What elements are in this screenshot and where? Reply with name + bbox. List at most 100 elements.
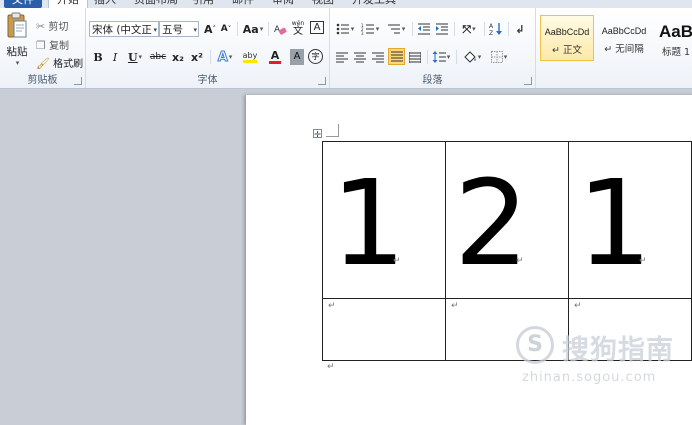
paragraph-mark: ↵ xyxy=(451,301,459,311)
grow-font-button[interactable]: A ˄ xyxy=(203,21,217,37)
tab-developer[interactable]: 开发工具 xyxy=(352,0,396,8)
highlight-button[interactable]: aby xyxy=(238,49,262,65)
align-left-button[interactable] xyxy=(334,49,350,65)
chevron-down-icon: ▾ xyxy=(259,25,264,33)
chevron-down-icon: ▾ xyxy=(138,53,143,61)
superscript-button[interactable]: x² xyxy=(189,49,205,65)
table-cell[interactable]: 1 ↵ xyxy=(568,141,692,299)
ribbon: 粘贴 ▾ ✂ 剪切 ❐ 复制 🖌 格式刷 剪贴板 宋体 (中文正 ▾ 五号 ▾ … xyxy=(0,8,692,89)
table-move-handle[interactable]: ✛ xyxy=(313,129,322,139)
font-size-value: 五号 xyxy=(162,24,183,36)
format-painter-button[interactable]: 🖌 格式刷 xyxy=(36,55,83,70)
borders-icon xyxy=(490,51,503,63)
shading-button[interactable]: ▾ xyxy=(460,49,484,65)
change-case-button[interactable]: Aa ▾ xyxy=(242,21,264,37)
paste-button[interactable]: 粘贴 ▾ xyxy=(2,12,32,74)
paste-icon xyxy=(7,12,27,38)
tab-view[interactable]: 视图 xyxy=(312,0,334,8)
align-center-button[interactable] xyxy=(352,49,368,65)
text-effects-button[interactable]: A ▾ xyxy=(214,49,236,65)
table-cell[interactable]: ↵ xyxy=(568,298,692,361)
table-cell[interactable]: 1 ↵ xyxy=(322,141,446,299)
style-normal[interactable]: AaBbCcDd ↵ 正文 xyxy=(540,15,594,61)
text-effects-icon: A xyxy=(217,49,228,65)
separator xyxy=(412,22,413,36)
scissors-icon: ✂ xyxy=(36,20,46,33)
italic-button[interactable]: I xyxy=(108,49,122,65)
chevron-down-icon: ▾ xyxy=(401,25,406,33)
distributed-button[interactable] xyxy=(407,49,423,65)
style-no-spacing[interactable]: AaBbCcDd ↵ 无间隔 xyxy=(596,15,652,61)
sort-button[interactable]: A Z xyxy=(488,21,504,37)
paragraph-dialog-launcher[interactable] xyxy=(524,77,532,85)
underline-button[interactable]: U ▾ xyxy=(125,49,145,65)
font-color-icon: A xyxy=(270,49,280,62)
font-name-value: 宋体 (中文正 xyxy=(92,24,152,36)
strikethrough-icon: abc xyxy=(149,51,167,62)
style-normal-sample: AaBbCcDd xyxy=(544,27,590,37)
subscript-button[interactable]: x₂ xyxy=(170,49,186,65)
tab-insert[interactable]: 插入 xyxy=(94,0,116,8)
font-size-combo[interactable]: 五号 ▾ xyxy=(159,21,199,37)
paragraph-mark: ↵ xyxy=(574,301,582,311)
tab-home[interactable]: 开始 xyxy=(48,0,88,8)
caret-down-icon: ˅ xyxy=(227,25,232,33)
subscript-icon: x₂ xyxy=(172,50,184,64)
style-heading-1[interactable]: AaB 标题 1 xyxy=(654,15,692,61)
strikethrough-button[interactable]: abc xyxy=(149,49,167,65)
table-cell[interactable]: ↵ xyxy=(322,298,446,361)
copy-label: 复制 xyxy=(49,41,70,52)
font-color-swatch xyxy=(269,61,281,64)
paint-bucket-icon xyxy=(464,50,476,63)
font-dialog-launcher[interactable] xyxy=(318,77,326,85)
align-right-icon xyxy=(372,52,384,62)
table-cell[interactable]: ↵ xyxy=(445,298,569,361)
table-row: ↵ ↵ ↵ xyxy=(322,298,692,361)
tab-page-layout[interactable]: 页面布局 xyxy=(134,0,178,8)
chevron-down-icon: ▾ xyxy=(375,25,380,33)
document-table[interactable]: 1 ↵ 2 ↵ 1 ↵ ↵ ↵ ↵ xyxy=(322,141,692,361)
shrink-font-button[interactable]: A ˅ xyxy=(219,21,233,37)
chevron-down-icon: ▾ xyxy=(350,25,355,33)
table-cell[interactable]: 2 ↵ xyxy=(445,141,569,299)
justify-button[interactable] xyxy=(388,48,405,65)
numbering-icon: 1 2 3 xyxy=(361,23,374,35)
enclose-characters-button[interactable]: 字 xyxy=(308,49,323,64)
align-right-button[interactable] xyxy=(370,49,386,65)
tab-mailings[interactable]: 邮件 xyxy=(232,0,254,8)
character-shading-icon: A xyxy=(293,51,301,62)
increase-indent-button[interactable] xyxy=(434,21,450,37)
tab-review[interactable]: 审阅 xyxy=(272,0,294,8)
clipboard-group: 粘贴 ▾ ✂ 剪切 ❐ 复制 🖌 格式刷 剪贴板 xyxy=(0,8,86,88)
tab-references[interactable]: 引用 xyxy=(192,0,214,8)
font-name-combo[interactable]: 宋体 (中文正 ▾ xyxy=(89,21,159,37)
chevron-down-icon: ▾ xyxy=(193,26,197,34)
bold-button[interactable]: B xyxy=(91,49,105,65)
phonetic-guide-button[interactable]: wén 文 xyxy=(290,21,306,37)
separator xyxy=(454,22,455,36)
numbering-button[interactable]: 1 2 3 ▾ xyxy=(359,21,381,37)
separator xyxy=(237,22,238,36)
character-border-button[interactable]: A xyxy=(310,21,324,34)
tab-file[interactable]: 文件 xyxy=(4,0,42,8)
chinese-layout-button[interactable]: ⤧ ▾ xyxy=(458,21,480,37)
character-shading-button[interactable]: A xyxy=(290,49,304,65)
clipboard-dialog-launcher[interactable] xyxy=(74,77,82,85)
paragraph-mark: ↵ xyxy=(328,301,336,311)
cut-button[interactable]: ✂ 剪切 xyxy=(36,18,68,33)
superscript-icon: x² xyxy=(191,50,203,64)
decrease-indent-button[interactable] xyxy=(416,21,432,37)
multilevel-list-button[interactable]: ▾ xyxy=(384,21,408,37)
copy-button[interactable]: ❐ 复制 xyxy=(36,37,69,52)
borders-button[interactable]: ▾ xyxy=(487,49,511,65)
font-group: 宋体 (中文正 ▾ 五号 ▾ A ˄ A ˅ Aa ▾ A wén 文 A B … xyxy=(86,8,330,88)
show-hide-marks-button[interactable]: ↲ xyxy=(513,21,527,37)
font-color-button[interactable]: A xyxy=(264,49,286,65)
increase-indent-icon xyxy=(436,23,448,35)
line-spacing-button[interactable]: ▾ xyxy=(430,49,452,65)
bullets-button[interactable]: ▾ xyxy=(334,21,356,37)
distributed-icon xyxy=(409,51,421,63)
bullets-icon xyxy=(336,23,349,35)
style-heading-1-sample: AaB xyxy=(658,22,692,41)
clear-formatting-button[interactable]: A xyxy=(272,21,288,37)
